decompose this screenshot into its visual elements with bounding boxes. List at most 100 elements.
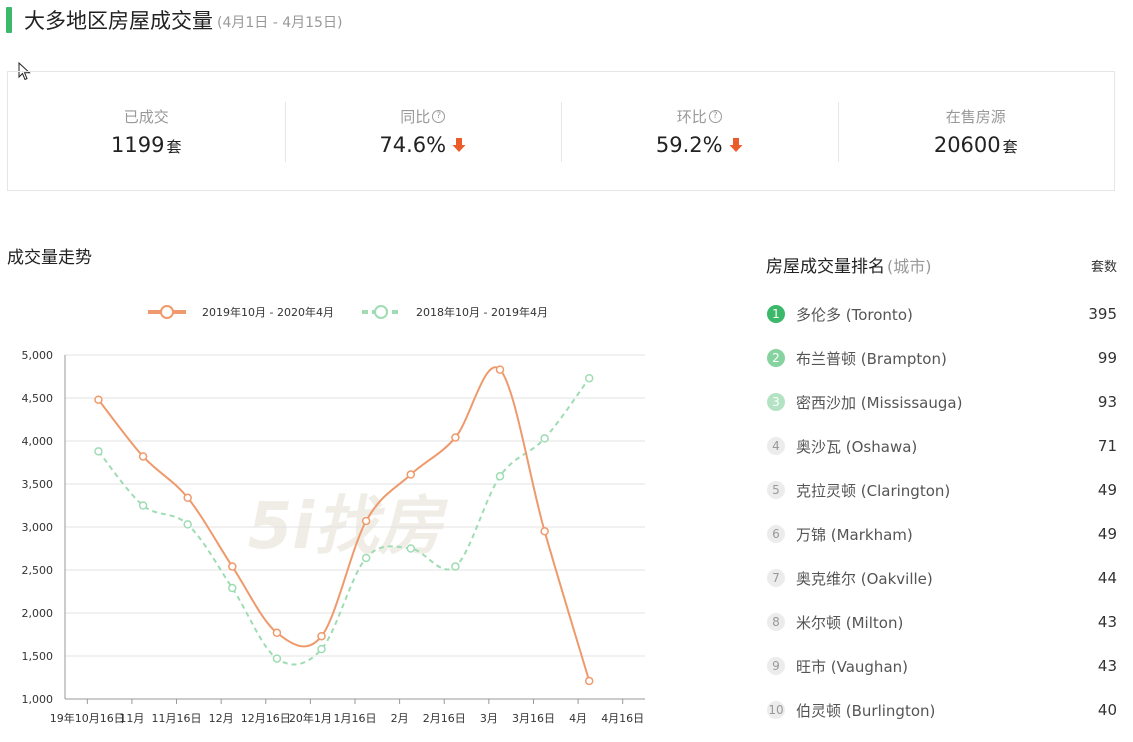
ranking-row[interactable]: 5 克拉灵顿 (Clarington) 49 (766, 468, 1117, 512)
arrow-down-icon (452, 138, 466, 152)
series-point[interactable] (584, 373, 594, 383)
stat-label-text: 同比 (400, 108, 431, 126)
stat-value: 1199 套 (8, 133, 285, 157)
stat-label-text: 已成交 (123, 108, 169, 126)
x-tick-label: 20年1月 (289, 711, 332, 725)
title-accent-bar (6, 7, 12, 33)
stats-panel: 已成交 1199 套同比? 74.6% 环比? 59.2% 在售房源 20600 套 (7, 71, 1115, 191)
series-point[interactable] (138, 452, 148, 461)
y-tick-label: 4,500 (22, 392, 54, 405)
series-point[interactable] (406, 470, 416, 479)
stat-value-text: 20600 (933, 133, 1001, 157)
ranking-row[interactable]: 9 旺市 (Vaughan) 43 (766, 644, 1117, 688)
series-point[interactable] (272, 628, 282, 638)
stat-unit: 套 (166, 138, 182, 156)
rank-badge: 3 (767, 393, 785, 411)
x-tick-label: 4月 (569, 712, 587, 725)
rank-badge: 8 (767, 613, 785, 631)
x-tick-label: 3月 (480, 712, 498, 725)
y-tick-label: 3,000 (22, 521, 54, 534)
series-point[interactable] (94, 447, 103, 456)
series-point[interactable] (451, 562, 460, 571)
rank-city-name: 多伦多 (Toronto) (796, 305, 913, 324)
x-tick-label: 1月16日 (334, 712, 377, 725)
x-tick-label: 4月16日 (601, 712, 644, 725)
rank-count: 395 (1088, 305, 1117, 323)
y-tick-label: 1,000 (22, 693, 54, 706)
x-tick-label: 12月 (209, 712, 234, 725)
rank-count: 43 (1097, 657, 1117, 675)
y-tick-label: 1,500 (22, 650, 54, 663)
series-point[interactable] (228, 583, 237, 593)
series-point[interactable] (183, 520, 192, 529)
x-tick-label: 11月 (119, 712, 144, 725)
rank-city-name: 旺市 (Vaughan) (796, 657, 908, 676)
series-point[interactable] (94, 395, 103, 404)
page-title: 大多地区房屋成交量 (24, 9, 213, 33)
rank-count: 40 (1097, 701, 1117, 719)
legend-marker (160, 305, 174, 319)
ranking-row[interactable]: 2 布兰普顿 (Brampton) 99 (766, 336, 1117, 380)
rank-city-name: 布兰普顿 (Brampton) (796, 349, 947, 368)
series-point[interactable] (361, 553, 371, 563)
page-header: 大多地区房屋成交量 (4月1日 - 4月15日) (6, 6, 342, 34)
ranking-row[interactable]: 7 奥克维尔 (Oakville) 44 (766, 556, 1117, 600)
help-icon[interactable]: ? (432, 110, 446, 123)
date-range: (4月1日 - 4月15日) (217, 15, 343, 31)
y-tick-label: 5,000 (22, 349, 54, 362)
trend-title: 成交量走势 (7, 248, 92, 268)
rank-badge: 1 (767, 305, 785, 323)
rank-city-name: 奥沙瓦 (Oshawa) (796, 437, 918, 456)
series-point[interactable] (584, 676, 594, 686)
x-tick-label: 12月16日 (241, 712, 291, 725)
series-point[interactable] (138, 501, 148, 510)
series-point[interactable] (317, 644, 326, 654)
stat-label: 同比? (285, 106, 562, 127)
rank-count: 43 (1097, 613, 1117, 631)
series-point[interactable] (495, 472, 505, 481)
rank-city-name: 米尔顿 (Milton) (796, 613, 904, 632)
stat-3: 在售房源 20600 套 (837, 72, 1115, 190)
stat-value: 20600 套 (838, 133, 1115, 157)
series-point[interactable] (540, 527, 549, 536)
ranking-row[interactable]: 10 伯灵顿 (Burlington) 40 (766, 688, 1117, 732)
arrow-down-icon (729, 138, 743, 152)
legend-label[interactable]: 2019年10月 - 2020年4月 (202, 305, 334, 319)
x-tick-label: 11月16日 (152, 712, 202, 725)
rank-badge: 6 (767, 525, 785, 543)
help-icon[interactable]: ? (708, 110, 722, 123)
rank-badge: 10 (767, 701, 785, 719)
rank-badge: 4 (767, 437, 785, 455)
ranking-row[interactable]: 6 万锦 (Markham) 49 (766, 512, 1117, 556)
rank-city-name: 密西沙加 (Mississauga) (796, 393, 963, 412)
stat-value: 74.6% (285, 133, 562, 157)
stat-label-text: 环比 (676, 108, 707, 126)
rank-badge: 7 (767, 569, 785, 587)
rank-city-name: 克拉灵顿 (Clarington) (796, 481, 951, 500)
ranking-row[interactable]: 4 奥沙瓦 (Oshawa) 71 (766, 424, 1117, 468)
rank-city-name: 奥克维尔 (Oakville) (796, 569, 933, 588)
series-point[interactable] (272, 654, 282, 663)
ranking-row[interactable]: 3 密西沙加 (Mississauga) 93 (766, 380, 1117, 424)
series-point[interactable] (540, 434, 549, 443)
stat-2: 环比? 59.2% (561, 72, 838, 190)
rank-city-name: 万锦 (Markham) (796, 525, 913, 544)
series-point[interactable] (406, 544, 416, 553)
series-point[interactable] (183, 493, 192, 503)
x-tick-label: 19年10月16日 (50, 711, 125, 725)
rank-count: 71 (1097, 437, 1117, 455)
stat-value-text: 74.6% (379, 133, 447, 157)
legend-label[interactable]: 2018年10月 - 2019年4月 (416, 305, 548, 319)
x-tick-label: 3月16日 (512, 712, 555, 725)
series-point[interactable] (451, 433, 460, 442)
series-point[interactable] (228, 562, 237, 571)
rank-count: 99 (1097, 349, 1117, 367)
stat-value-text: 1199 (111, 133, 165, 157)
ranking-row[interactable]: 1 多伦多 (Toronto) 395 (766, 292, 1117, 336)
series-point[interactable] (361, 516, 371, 526)
series-point[interactable] (317, 631, 326, 641)
ranking-row[interactable]: 8 米尔顿 (Milton) 43 (766, 600, 1117, 644)
series-point[interactable] (495, 365, 505, 374)
y-tick-label: 3,500 (22, 478, 54, 491)
y-tick-label: 4,000 (22, 435, 54, 448)
